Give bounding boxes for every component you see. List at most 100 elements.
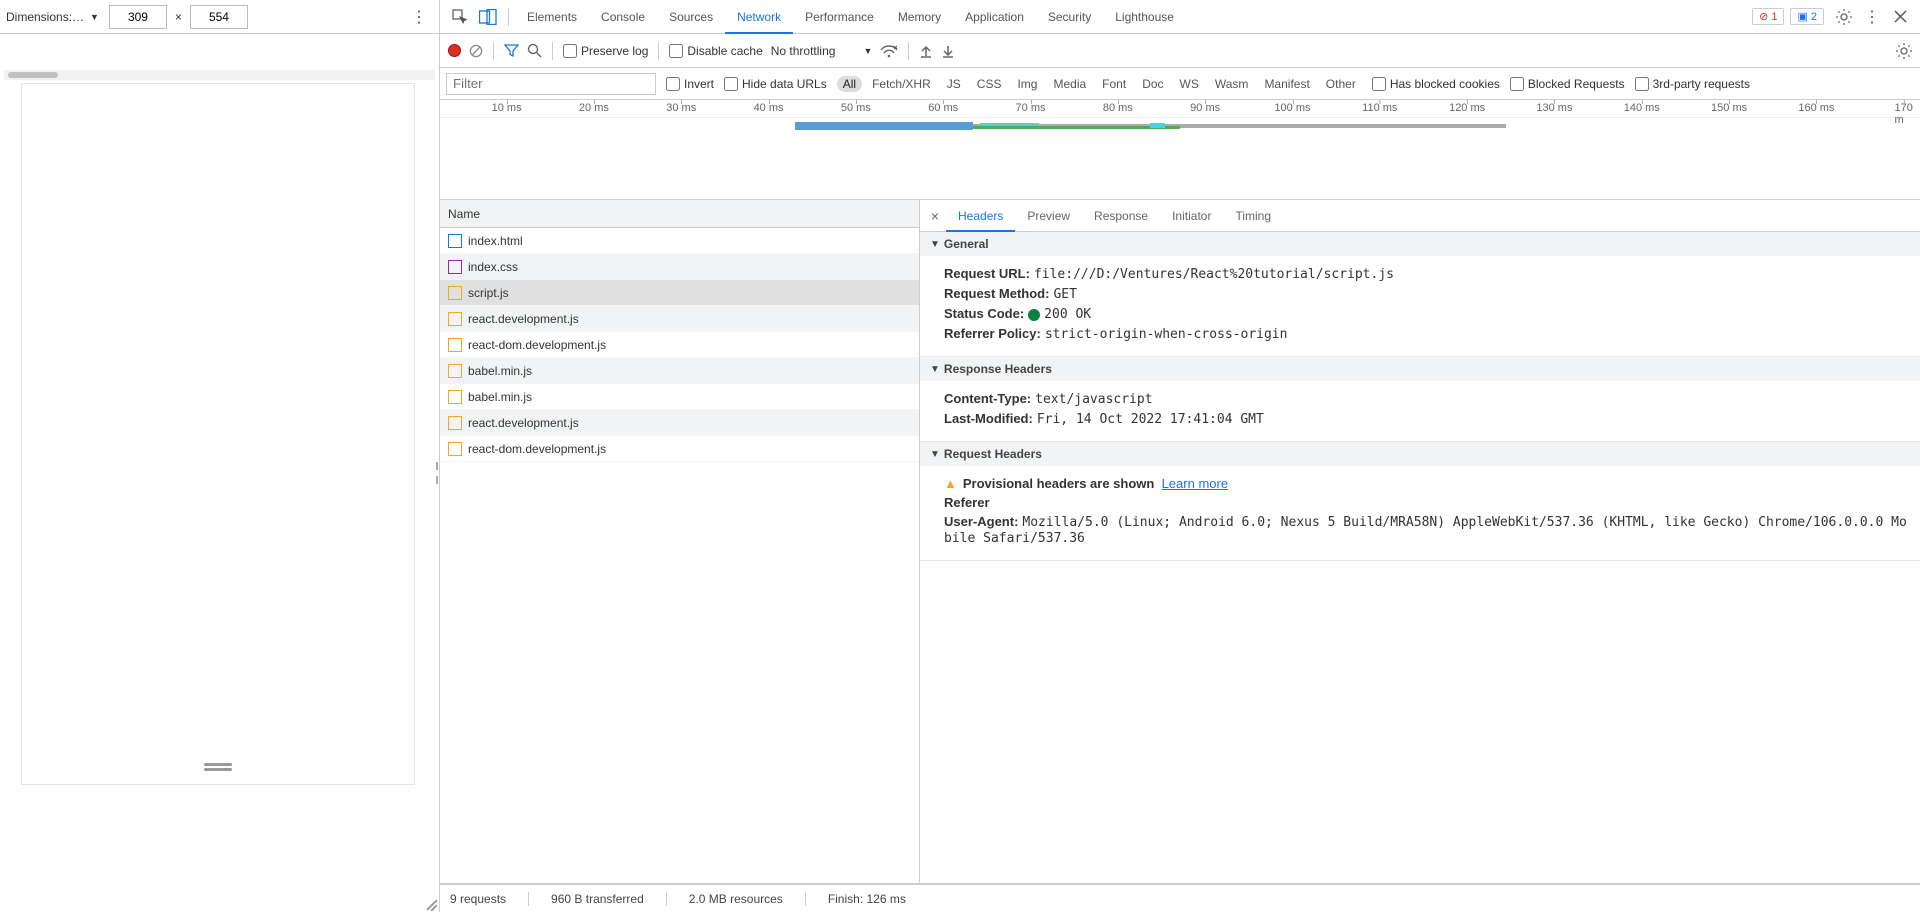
- upload-har-icon[interactable]: [919, 44, 933, 58]
- tab-memory[interactable]: Memory: [886, 0, 953, 34]
- x-separator: ×: [175, 10, 182, 24]
- height-input[interactable]: [190, 5, 248, 29]
- request-name: react.development.js: [468, 416, 579, 430]
- invert-checkbox[interactable]: Invert: [666, 77, 714, 91]
- request-headers-section-header[interactable]: ▼Request Headers: [920, 442, 1920, 466]
- errors-badge[interactable]: ⊘1: [1752, 8, 1784, 25]
- request-row[interactable]: react-dom.development.js: [440, 436, 919, 462]
- name-column-header[interactable]: Name: [440, 200, 919, 228]
- filter-type-fetch-xhr[interactable]: Fetch/XHR: [866, 76, 937, 92]
- resources-size: 2.0 MB resources: [689, 892, 806, 906]
- network-timeline[interactable]: 10 ms20 ms30 ms40 ms50 ms60 ms70 ms80 ms…: [440, 100, 1920, 200]
- filter-input[interactable]: [446, 73, 656, 95]
- status-code-key: Status Code:: [944, 306, 1024, 321]
- filter-type-media[interactable]: Media: [1047, 76, 1092, 92]
- triangle-down-icon: ▼: [930, 364, 940, 375]
- request-row[interactable]: index.html: [440, 228, 919, 254]
- detail-tab-response[interactable]: Response: [1082, 200, 1160, 232]
- disable-cache-checkbox[interactable]: Disable cache: [669, 44, 762, 58]
- filter-type-ws[interactable]: WS: [1174, 76, 1205, 92]
- horizontal-scrollbar[interactable]: [4, 70, 435, 80]
- status-dot-icon: [1028, 309, 1040, 321]
- filter-type-js[interactable]: JS: [941, 76, 967, 92]
- request-row[interactable]: babel.min.js: [440, 358, 919, 384]
- request-row[interactable]: react-dom.development.js: [440, 332, 919, 358]
- filter-type-all[interactable]: All: [837, 76, 862, 92]
- request-name: babel.min.js: [468, 364, 532, 378]
- resize-corner-icon[interactable]: [423, 896, 437, 910]
- close-icon[interactable]: [1886, 3, 1914, 31]
- timeline-tick: 110 ms: [1362, 102, 1397, 114]
- detail-tab-preview[interactable]: Preview: [1015, 200, 1082, 232]
- provisional-warning: Provisional headers are shown: [963, 476, 1154, 491]
- tab-sources[interactable]: Sources: [657, 0, 725, 34]
- chat-icon: ▣: [1797, 10, 1807, 23]
- timeline-tick: 170 m: [1895, 102, 1913, 126]
- device-toolbar: Dimensions:… ▼ × ⋮: [0, 0, 439, 34]
- triangle-down-icon: ▼: [930, 239, 940, 250]
- detail-tab-headers[interactable]: Headers: [946, 200, 1015, 232]
- tab-lighthouse[interactable]: Lighthouse: [1103, 0, 1186, 34]
- referrer-policy-key: Referrer Policy:: [944, 326, 1041, 341]
- request-row[interactable]: babel.min.js: [440, 384, 919, 410]
- filter-type-wasm[interactable]: Wasm: [1209, 76, 1255, 92]
- referer-key: Referer: [944, 495, 990, 510]
- general-section-header[interactable]: ▼General: [920, 232, 1920, 256]
- gear-icon[interactable]: [1830, 3, 1858, 31]
- timeline-tick: 30 ms: [666, 102, 696, 114]
- tab-elements[interactable]: Elements: [515, 0, 589, 34]
- close-details-icon[interactable]: ×: [924, 208, 946, 224]
- request-url-value: file:///D:/Ventures/React%20tutorial/scr…: [1034, 267, 1394, 282]
- timeline-tick: 120 ms: [1449, 102, 1485, 114]
- has-blocked-cookies-checkbox[interactable]: Has blocked cookies: [1372, 77, 1500, 91]
- filter-type-font[interactable]: Font: [1096, 76, 1132, 92]
- gear-icon[interactable]: [1896, 43, 1912, 59]
- request-row[interactable]: react.development.js: [440, 306, 919, 332]
- search-icon[interactable]: [527, 43, 542, 58]
- filter-type-img[interactable]: Img: [1011, 76, 1043, 92]
- split-grip-icon[interactable]: [434, 462, 440, 484]
- third-party-checkbox[interactable]: 3rd-party requests: [1635, 77, 1750, 91]
- issues-badge[interactable]: ▣2: [1790, 8, 1824, 25]
- timeline-tick: 80 ms: [1103, 102, 1133, 114]
- blocked-requests-checkbox[interactable]: Blocked Requests: [1510, 77, 1625, 91]
- record-icon[interactable]: [448, 44, 461, 57]
- tab-console[interactable]: Console: [589, 0, 657, 34]
- request-row[interactable]: react.development.js: [440, 410, 919, 436]
- timeline-tick: 10 ms: [492, 102, 522, 114]
- download-har-icon[interactable]: [941, 44, 955, 58]
- filter-icon[interactable]: [504, 43, 519, 58]
- tab-application[interactable]: Application: [953, 0, 1036, 34]
- inspect-icon[interactable]: [446, 3, 474, 31]
- filter-type-manifest[interactable]: Manifest: [1258, 76, 1315, 92]
- resize-handle-bottom[interactable]: [204, 763, 232, 766]
- tab-network[interactable]: Network: [725, 0, 793, 34]
- learn-more-link[interactable]: Learn more: [1162, 476, 1228, 491]
- response-headers-section-header[interactable]: ▼Response Headers: [920, 357, 1920, 381]
- resize-handle-bottom[interactable]: [204, 768, 232, 771]
- more-options-icon[interactable]: ⋮: [405, 7, 433, 27]
- preserve-log-checkbox[interactable]: Preserve log: [563, 44, 648, 58]
- network-conditions-icon[interactable]: [880, 44, 898, 58]
- request-row[interactable]: index.css: [440, 254, 919, 280]
- triangle-down-icon: ▼: [930, 449, 940, 460]
- clear-icon[interactable]: [469, 44, 483, 58]
- detail-tab-initiator[interactable]: Initiator: [1160, 200, 1223, 232]
- request-row[interactable]: script.js: [440, 280, 919, 306]
- request-name: react.development.js: [468, 312, 579, 326]
- filter-type-doc[interactable]: Doc: [1136, 76, 1169, 92]
- request-url-key: Request URL:: [944, 266, 1030, 281]
- more-icon[interactable]: ⋮: [1858, 7, 1886, 27]
- hide-data-urls-checkbox[interactable]: Hide data URLs: [724, 77, 827, 91]
- device-mode-icon[interactable]: [474, 3, 502, 31]
- width-input[interactable]: [109, 5, 167, 29]
- tab-performance[interactable]: Performance: [793, 0, 886, 34]
- throttle-dropdown[interactable]: No throttling▼: [771, 44, 873, 58]
- network-statusbar: 9 requests 960 B transferred 2.0 MB reso…: [440, 884, 1920, 912]
- tab-security[interactable]: Security: [1036, 0, 1103, 34]
- dimensions-dropdown[interactable]: Dimensions:… ▼: [6, 10, 99, 24]
- detail-tab-timing[interactable]: Timing: [1223, 200, 1283, 232]
- filter-type-css[interactable]: CSS: [971, 76, 1008, 92]
- viewport-frame[interactable]: [22, 84, 414, 784]
- filter-type-other[interactable]: Other: [1320, 76, 1362, 92]
